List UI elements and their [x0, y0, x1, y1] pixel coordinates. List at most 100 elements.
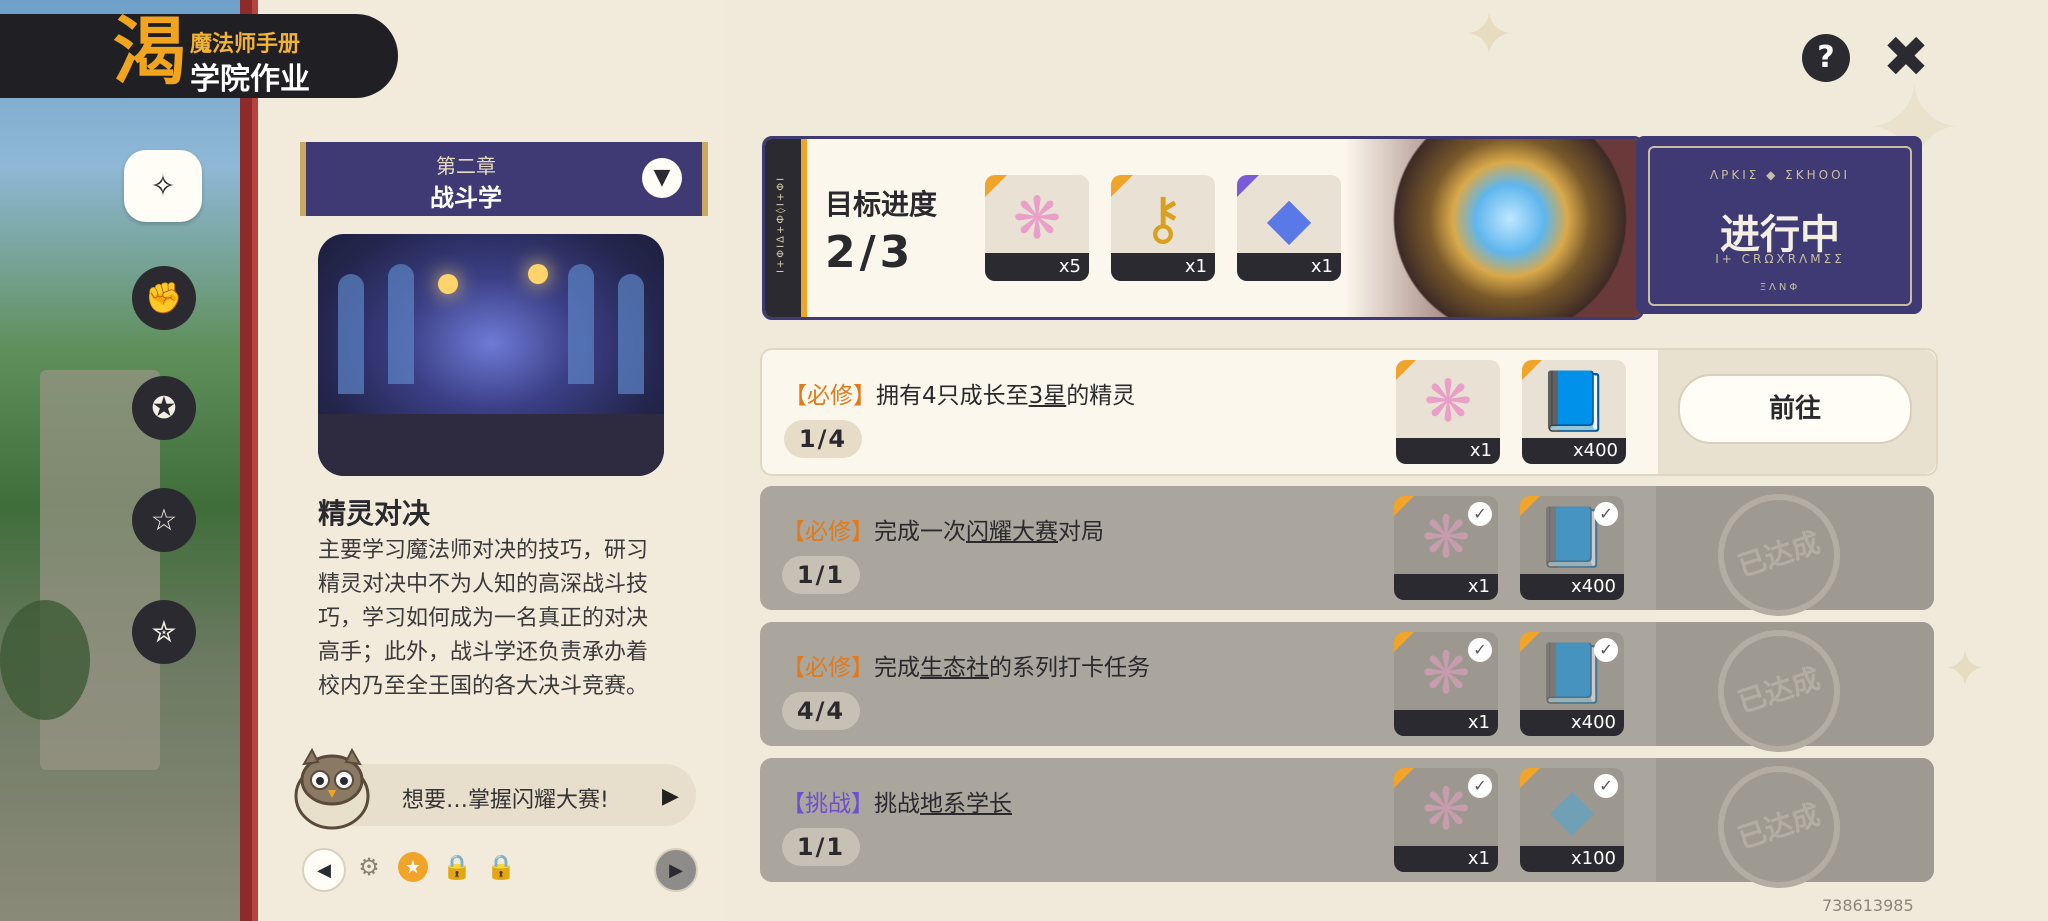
prism-crystal-icon: ❋	[1012, 184, 1062, 252]
skill-description: 主要学习魔法师对决的技巧，研习精灵对决中不为人知的高深战斗技巧，学习如何成为一名…	[318, 538, 649, 699]
task-tag-close: 】	[851, 519, 874, 545]
next-chapter-button[interactable]: ▶	[654, 848, 698, 892]
skill-book-icon: 📘	[1537, 367, 1611, 435]
task-reward-item[interactable]: ❋ x1 ✓	[1394, 632, 1498, 736]
task-text-post: 的系列打卡任务	[989, 655, 1150, 681]
task-label: 【必修】完成一次闪耀大赛对局	[782, 512, 1104, 546]
reward-quantity: x1	[1394, 574, 1498, 600]
reward-quantity: x400	[1522, 438, 1626, 464]
task-row: 【必修】完成一次闪耀大赛对局 1/1 ❋ x1 ✓ 📘 x400 ✓ 已达成	[760, 478, 1934, 632]
chapter-banner[interactable]: 第二章 战斗学 ▼	[300, 142, 708, 216]
task-tag-close: 】	[851, 791, 874, 817]
goal-reward-item[interactable]: ⚷ x1	[1111, 175, 1215, 281]
chapter-name: 战斗学	[430, 184, 502, 212]
hall-window	[388, 264, 414, 384]
task-reward-item[interactable]: 📘 x400 ✓	[1520, 496, 1624, 600]
task-reward-item[interactable]: ❋ x1 ✓	[1394, 496, 1498, 600]
star-ticket-icon[interactable]: ✮	[132, 600, 196, 664]
task-row: 【挑战】挑战地系学长 1/1 ❋ x1 ✓ ◆ x100 ✓ 已达成	[760, 750, 1934, 904]
status-runes-bottom: I+ CRΩXRΛΜΣΣ	[1715, 252, 1845, 266]
sparkle-decoration: ✦	[1464, 0, 1515, 70]
goal-reward-item[interactable]: ❋ x5	[985, 175, 1089, 281]
task-row[interactable]: 【必修】拥有4只成长至3星的精灵 1/4 ❋ x1 📘 x400 前往	[760, 348, 1938, 476]
task-label: 【挑战】挑战地系学长	[782, 784, 1012, 818]
background-scene	[0, 0, 245, 921]
prism-crystal-icon: ❋	[1423, 367, 1473, 435]
status-frame: ΛΡΚΙΣ ◆ ΣΚΗΟΟΙ 进行中 I+ CRΩXRΛΜΣΣ ΞΛΝΦ	[1648, 146, 1912, 306]
fist-card-icon[interactable]: ✊	[132, 266, 196, 330]
reward-quantity: x1	[1237, 253, 1341, 281]
reward-quantity: x1	[1396, 438, 1500, 464]
task-reward-item[interactable]: 📘 x400	[1522, 360, 1626, 464]
owl-mascot-icon	[294, 747, 370, 830]
play-icon[interactable]: ▶	[662, 784, 688, 810]
task-tag: 必修	[805, 519, 851, 545]
sparkle-decoration: ✦	[1944, 640, 1986, 698]
scene-bush	[0, 600, 90, 720]
task-progress: 4/4	[782, 692, 860, 730]
reward-quantity: x100	[1520, 846, 1624, 872]
claimed-check-icon: ✓	[1594, 774, 1618, 798]
goal-reward-item[interactable]: ◆ x1	[1237, 175, 1341, 281]
task-tag-close: 】	[851, 655, 874, 681]
task-text-link[interactable]: 闪耀大赛	[966, 519, 1058, 545]
task-progress: 1/1	[782, 828, 860, 866]
close-icon[interactable]: ✖	[1876, 28, 1936, 88]
task-text-pre: 完成一次	[874, 519, 966, 545]
current-star-icon[interactable]: ★	[398, 852, 428, 882]
star-moon-icon[interactable]: ✪	[132, 376, 196, 440]
go-button[interactable]: 前往	[1678, 374, 1912, 444]
task-tag: 必修	[807, 383, 853, 409]
chapter-number: 第二章	[436, 154, 496, 178]
help-icon[interactable]: ?	[1802, 34, 1850, 82]
reward-quantity: x1	[1111, 253, 1215, 281]
gear-check-icon[interactable]: ⚙	[354, 852, 384, 882]
chevron-down-icon[interactable]: ▼	[642, 158, 682, 198]
user-id: 738613985	[1822, 896, 1914, 915]
prev-chapter-button[interactable]: ◀	[302, 848, 346, 892]
blue-gem-icon: ◆	[1266, 184, 1312, 252]
task-progress: 1/1	[782, 556, 860, 594]
goal-value: 2/3	[825, 227, 915, 278]
task-text-link[interactable]: 生态社	[920, 655, 989, 681]
goal-label: 目标进度	[825, 188, 938, 221]
hint-text: 想要…掌握闪耀大赛!	[402, 788, 609, 813]
hall-lamp	[438, 274, 458, 294]
task-text-pre: 挑战	[874, 791, 920, 817]
claimed-check-icon: ✓	[1594, 638, 1618, 662]
task-text-link[interactable]: 地系学长	[920, 791, 1012, 817]
reward-quantity: x1	[1394, 710, 1498, 736]
star-wand-icon[interactable]: ☆	[132, 488, 196, 552]
lock-icon[interactable]: 🔒	[442, 852, 472, 882]
goal-panel: I+ΦIΔ+Ф◊I+ΦI 目标进度 2/3 ❋ x5 ⚷ x1 ◆ x1	[762, 136, 1644, 320]
task-reward-item[interactable]: 📘 x400 ✓	[1520, 632, 1624, 736]
academy-logo-icon: 渴	[113, 9, 187, 95]
hall-floor	[318, 414, 664, 476]
task-tag: 必修	[805, 655, 851, 681]
task-tag-open: 【	[784, 383, 807, 409]
golden-key-icon: ⚷	[1141, 184, 1185, 252]
reward-quantity: x1	[1394, 846, 1498, 872]
status-panel: ΛΡΚΙΣ ◆ ΣΚΗΟΟΙ 进行中 I+ CRΩXRΛΜΣΣ ΞΛΝΦ	[1636, 136, 1922, 314]
task-reward-item[interactable]: ◆ x100 ✓	[1520, 768, 1624, 872]
task-reward-item[interactable]: ❋ x1 ✓	[1394, 768, 1498, 872]
task-label: 【必修】拥有4只成长至3星的精灵	[784, 376, 1135, 410]
reward-quantity: x400	[1520, 710, 1624, 736]
astrolabe-orb-art	[1345, 139, 1641, 317]
lock-icon[interactable]: 🔒	[486, 852, 516, 882]
compass-icon[interactable]: ✧	[124, 150, 202, 222]
claimed-check-icon: ✓	[1468, 502, 1492, 526]
hall-window	[618, 274, 644, 394]
hall-window	[568, 264, 594, 384]
chapter-illustration	[318, 234, 664, 476]
task-row: 【必修】完成生态社的系列打卡任务 4/4 ❋ x1 ✓ 📘 x400 ✓ 已达成	[760, 614, 1934, 768]
task-reward-item[interactable]: ❋ x1	[1396, 360, 1500, 464]
status-runes-top: ΛΡΚΙΣ ◆ ΣΚΗΟΟΙ	[1709, 168, 1851, 182]
status-runes-foot: ΞΛΝΦ	[1759, 282, 1801, 293]
claimed-check-icon: ✓	[1468, 638, 1492, 662]
claimed-check-icon: ✓	[1594, 502, 1618, 526]
task-text-link[interactable]: 3星	[1029, 383, 1067, 409]
task-progress: 1/4	[784, 420, 862, 458]
hall-window	[338, 274, 364, 394]
goal-accent	[801, 139, 807, 317]
